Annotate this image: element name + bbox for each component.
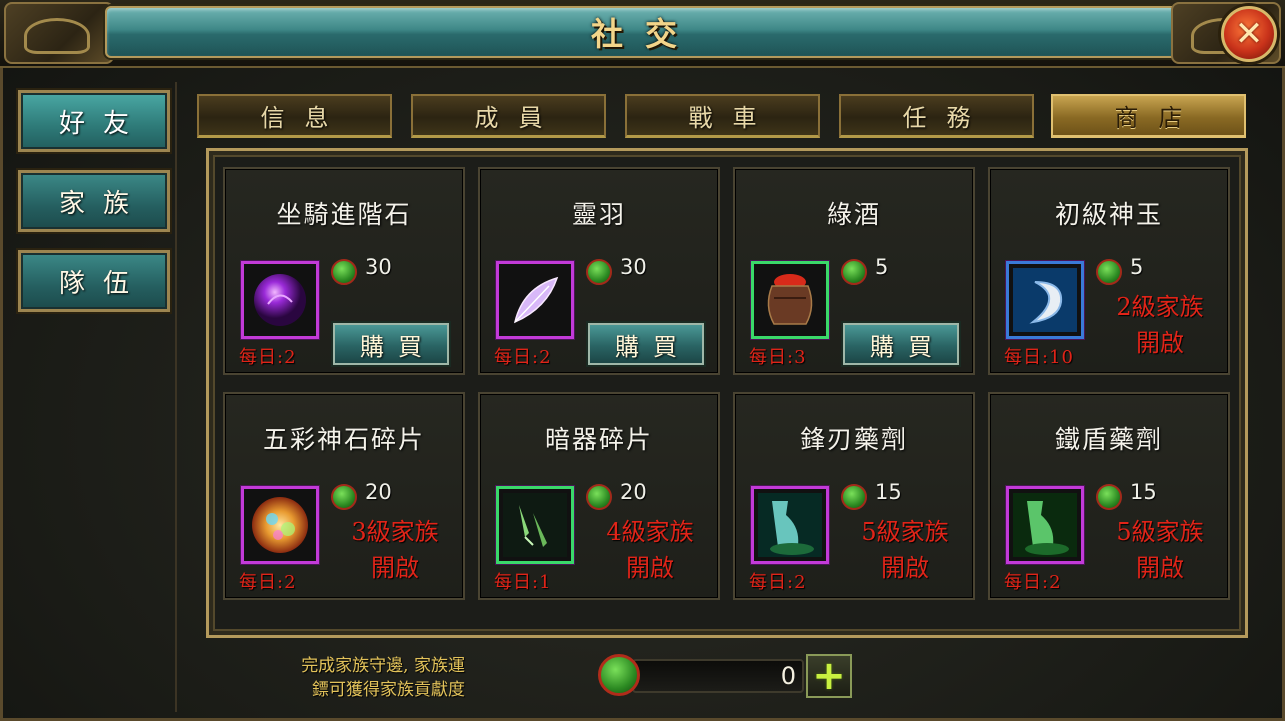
item-name: 綠酒 bbox=[826, 200, 881, 229]
potion-vial-green-icon[interactable] bbox=[1006, 486, 1084, 564]
buy-button[interactable]: 購買 bbox=[588, 323, 704, 365]
daily-limit: 每日:2 bbox=[749, 572, 807, 593]
item-name: 五彩神石碎片 bbox=[262, 425, 425, 454]
item-price: 5 bbox=[875, 255, 889, 279]
item-price: 30 bbox=[620, 255, 647, 279]
purple-orb-icon[interactable] bbox=[241, 261, 319, 339]
daily-limit: 每日:2 bbox=[1004, 572, 1062, 593]
close-button[interactable]: ✕ bbox=[1221, 6, 1277, 62]
buy-button[interactable]: 購買 bbox=[333, 323, 449, 365]
buy-button[interactable]: 購買 bbox=[843, 323, 959, 365]
nav-friends-button[interactable]: 好友 bbox=[18, 90, 170, 152]
shop-item-card: 靈羽 30 購買每日:2 bbox=[478, 167, 720, 375]
unlock-level: 2級家族 bbox=[1116, 293, 1204, 321]
nav-team-button[interactable]: 隊伍 bbox=[18, 250, 170, 312]
jade-tooth-icon[interactable] bbox=[1006, 261, 1084, 339]
shop-item-card: 暗器碎片 20 4級家族開啟每日:1 bbox=[478, 392, 720, 600]
page-title: 社交 bbox=[590, 15, 699, 53]
jade-coin-icon bbox=[1096, 259, 1122, 285]
unlock-level: 3級家族 bbox=[351, 518, 439, 546]
shop-item-card: 五彩神石碎片 20 3級家族開啟每日:2 bbox=[223, 392, 465, 600]
item-price: 20 bbox=[620, 480, 647, 504]
jade-coin-icon bbox=[586, 484, 612, 510]
tab-info[interactable]: 信息 bbox=[197, 94, 392, 138]
daily-limit: 每日:2 bbox=[494, 347, 552, 368]
hint-line-2: 鏢可獲得家族貢獻度 bbox=[312, 680, 465, 700]
daily-limit: 每日:2 bbox=[239, 572, 297, 593]
dragon-ornament-icon bbox=[4, 2, 114, 64]
unlock-text: 開啟 bbox=[1136, 329, 1184, 357]
unlock-text: 開啟 bbox=[371, 554, 419, 582]
item-name: 鐵盾藥劑 bbox=[1054, 425, 1163, 454]
jade-coin-icon bbox=[598, 654, 640, 696]
jade-coin-icon bbox=[841, 259, 867, 285]
item-price: 20 bbox=[365, 480, 392, 504]
jade-coin-icon bbox=[1096, 484, 1122, 510]
jade-coin-icon bbox=[586, 259, 612, 285]
add-currency-button[interactable]: + bbox=[806, 653, 852, 699]
item-price: 30 bbox=[365, 255, 392, 279]
tab-chariot[interactable]: 戰車 bbox=[625, 94, 820, 138]
item-name: 靈羽 bbox=[571, 200, 626, 229]
unlock-level: 4級家族 bbox=[606, 518, 694, 546]
unlock-text: 開啟 bbox=[881, 554, 929, 582]
unlock-level: 5級家族 bbox=[861, 518, 949, 546]
dart-icon[interactable] bbox=[496, 486, 574, 564]
family-hint-text: 完成家族守邊, 家族運 鏢可獲得家族貢獻度 bbox=[205, 654, 465, 702]
unlock-requirement: 4級家族開啟 bbox=[578, 514, 722, 586]
unlock-text: 開啟 bbox=[1136, 554, 1184, 582]
item-price: 15 bbox=[875, 480, 902, 504]
unlock-requirement: 3級家族開啟 bbox=[323, 514, 467, 586]
jade-coin-icon bbox=[331, 484, 357, 510]
title-bar: 社交 ✕ bbox=[0, 0, 1285, 68]
feather-icon[interactable] bbox=[496, 261, 574, 339]
shop-item-card: 初級神玉 5 2級家族開啟每日:10 bbox=[988, 167, 1230, 375]
nav-family-button[interactable]: 家族 bbox=[18, 170, 170, 232]
daily-limit: 每日:1 bbox=[494, 572, 552, 593]
daily-limit: 每日:3 bbox=[749, 347, 807, 368]
item-name: 初級神玉 bbox=[1054, 200, 1163, 229]
shop-item-card: 綠酒 5 購買每日:3 bbox=[733, 167, 975, 375]
title-plate: 社交 bbox=[105, 6, 1185, 58]
rainbow-stone-icon[interactable] bbox=[241, 486, 319, 564]
item-price: 5 bbox=[1130, 255, 1144, 279]
daily-limit: 每日:2 bbox=[239, 347, 297, 368]
item-name: 鋒刃藥劑 bbox=[799, 425, 908, 454]
unlock-requirement: 2級家族開啟 bbox=[1088, 289, 1232, 361]
daily-limit: 每日:10 bbox=[1004, 347, 1074, 368]
shop-item-card: 鋒刃藥劑 15 5級家族開啟每日:2 bbox=[733, 392, 975, 600]
plus-icon[interactable]: + bbox=[812, 653, 846, 699]
shop-panel: 坐騎進階石 30 購買每日:2 靈羽 30 購買每日:2 綠酒 5 購買每日:3 初級神玉 5 2級家… bbox=[206, 148, 1248, 638]
item-name: 暗器碎片 bbox=[544, 425, 653, 454]
potion-vial-icon[interactable] bbox=[751, 486, 829, 564]
shop-item-card: 鐵盾藥劑 15 5級家族開啟每日:2 bbox=[988, 392, 1230, 600]
wine-jar-icon[interactable] bbox=[751, 261, 829, 339]
unlock-text: 開啟 bbox=[626, 554, 674, 582]
tab-members[interactable]: 成員 bbox=[411, 94, 606, 138]
tab-quests[interactable]: 任務 bbox=[839, 94, 1034, 138]
currency-amount: 0 bbox=[632, 659, 804, 693]
unlock-level: 5級家族 bbox=[1116, 518, 1204, 546]
side-nav: 好友 家族 隊伍 bbox=[12, 82, 177, 712]
tab-shop[interactable]: 商店 bbox=[1051, 94, 1246, 138]
shop-grid: 坐騎進階石 30 購買每日:2 靈羽 30 購買每日:2 綠酒 5 購買每日:3 初級神玉 5 2級家… bbox=[223, 165, 1235, 625]
unlock-requirement: 5級家族開啟 bbox=[1088, 514, 1232, 586]
item-name: 坐騎進階石 bbox=[276, 200, 412, 229]
hint-line-1: 完成家族守邊, 家族運 bbox=[301, 656, 465, 676]
unlock-requirement: 5級家族開啟 bbox=[833, 514, 977, 586]
item-price: 15 bbox=[1130, 480, 1157, 504]
close-icon[interactable]: ✕ bbox=[1235, 14, 1264, 54]
jade-coin-icon bbox=[841, 484, 867, 510]
jade-coin-icon bbox=[331, 259, 357, 285]
shop-item-card: 坐騎進階石 30 購買每日:2 bbox=[223, 167, 465, 375]
